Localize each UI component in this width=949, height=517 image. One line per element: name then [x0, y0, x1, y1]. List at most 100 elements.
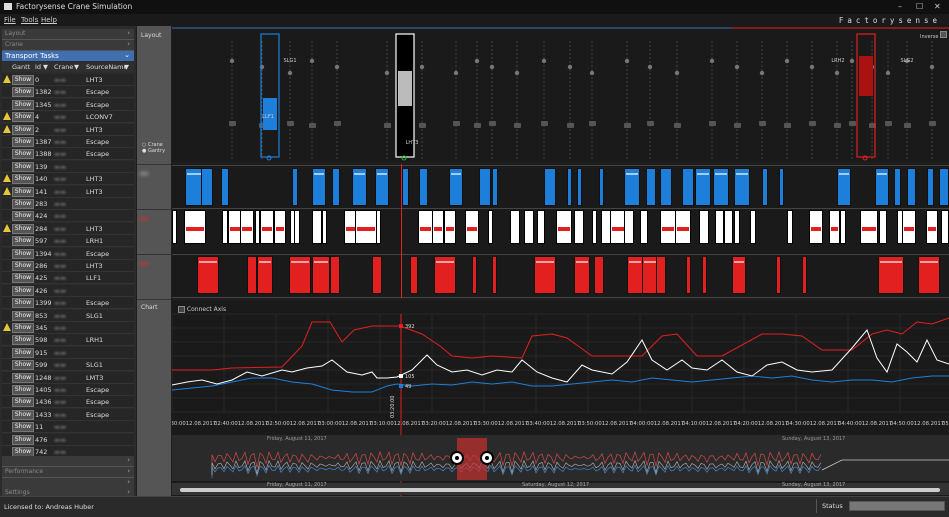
panel-collapsed-1[interactable]: › — [2, 456, 134, 467]
gantt-task-block[interactable] — [567, 168, 572, 206]
show-gantt-button[interactable]: Show — [12, 335, 34, 346]
overview-scrollbar-thumb[interactable] — [180, 488, 940, 492]
table-row[interactable]: Show 1405 ▬▬ Escape — [2, 384, 134, 396]
gantt-task-block[interactable] — [556, 210, 572, 244]
gantt-task-block[interactable] — [802, 256, 807, 294]
gantt-task-block[interactable] — [941, 210, 949, 244]
table-row[interactable]: Show 1345 ▬▬ Escape — [2, 98, 134, 111]
gantt-task-block[interactable] — [322, 210, 327, 244]
gantt-task-block[interactable] — [355, 210, 377, 244]
gantt-task-block[interactable] — [779, 168, 784, 206]
gantt-task-block[interactable] — [312, 256, 330, 294]
gantt-task-block[interactable] — [699, 210, 709, 244]
gantt-task-block[interactable] — [492, 168, 498, 206]
gantt-task-block[interactable] — [875, 168, 889, 206]
table-row[interactable]: Show 11 ▬▬ — [2, 421, 134, 434]
table-row[interactable]: Show 1394 ▬▬ Escape — [2, 247, 134, 260]
transport-tasks-header[interactable]: Transport Tasks ⌄ — [2, 51, 134, 61]
gantt-task-block[interactable] — [289, 256, 311, 294]
gantt-task-block[interactable] — [444, 210, 456, 244]
show-gantt-button[interactable]: Show — [12, 124, 34, 135]
gantt-task-block[interactable] — [375, 168, 389, 206]
show-gantt-button[interactable]: Show — [12, 137, 34, 147]
show-gantt-button[interactable]: Show — [12, 273, 34, 284]
gantt-task-block[interactable] — [939, 168, 949, 206]
show-gantt-button[interactable]: Show — [12, 87, 34, 98]
menu-help[interactable]: Help — [41, 16, 57, 24]
gantt-task-block[interactable] — [809, 210, 823, 244]
gantt-task-block[interactable] — [592, 210, 597, 244]
gantt-task-block[interactable] — [640, 210, 648, 244]
gantt-task-block[interactable] — [292, 168, 298, 206]
gantt-task-block[interactable] — [376, 210, 381, 244]
gantt-task-block[interactable] — [488, 210, 493, 244]
gantt-task-block[interactable] — [829, 210, 840, 244]
gantt-task-block[interactable] — [449, 168, 463, 206]
show-gantt-button[interactable]: Show — [12, 360, 34, 371]
table-row[interactable]: Show 1387 ▬▬ Escape — [2, 136, 134, 148]
table-row[interactable]: Show 597 ▬▬ LRH1 — [2, 235, 134, 248]
gantt-task-block[interactable] — [537, 210, 545, 244]
table-row[interactable]: Show 424 ▬▬ — [2, 210, 134, 223]
gantt-task-block[interactable] — [660, 210, 676, 244]
gantt-task-block[interactable] — [762, 168, 768, 206]
gantt-task-block[interactable] — [840, 210, 846, 244]
gantt-task-block[interactable] — [524, 210, 534, 244]
gantt-task-block[interactable] — [713, 168, 729, 206]
gantt-task-block[interactable] — [878, 256, 904, 294]
column-id[interactable]: Id — [35, 63, 41, 71]
show-gantt-button[interactable]: Show — [12, 99, 34, 110]
menu-tools[interactable]: Tools — [21, 16, 38, 24]
gantt-task-block[interactable] — [372, 256, 382, 294]
table-row[interactable]: Show 1248 ▬▬ LMT3 — [2, 371, 134, 384]
table-row[interactable]: Show 1399 ▬▬ Escape — [2, 297, 134, 310]
table-row[interactable]: Show 599 ▬▬ SLG1 — [2, 359, 134, 372]
gantt-task-block[interactable] — [879, 210, 887, 244]
gantt-task-block[interactable] — [172, 210, 177, 244]
table-row[interactable]: Show 1388 ▬▬ Escape — [2, 148, 134, 161]
layout-view[interactable]: SLG1 LHT3 LLF1 LRH2 SLG2 ○ Crane ● Gantry In… — [142, 26, 949, 162]
gantt-task-block[interactable] — [534, 256, 556, 294]
show-gantt-button[interactable]: Show — [12, 422, 34, 433]
show-gantt-button[interactable]: Show — [12, 149, 34, 160]
table-row[interactable]: Show 0 ▬▬ LHT3 — [2, 74, 134, 86]
checkbox-icon[interactable] — [940, 31, 948, 38]
maximize-icon[interactable]: ☐ — [916, 2, 923, 11]
table-row[interactable]: Show 2 ▬▬ LHT3 — [2, 123, 134, 136]
gantt-task-block[interactable] — [434, 256, 456, 294]
inverse-checkbox[interactable]: Inverse — [920, 31, 948, 40]
gantt-task-block[interactable] — [624, 210, 634, 244]
gantt-task-block[interactable] — [312, 168, 326, 206]
table-row[interactable]: Show 1433 ▬▬ Escape — [2, 408, 134, 421]
gantt-task-block[interactable] — [419, 168, 428, 206]
gantt-task-block[interactable] — [332, 168, 340, 206]
gantt-task-block[interactable] — [907, 168, 916, 206]
gantt-task-block[interactable] — [577, 168, 582, 206]
gantt-task-block[interactable] — [927, 168, 934, 206]
gantt-task-block[interactable] — [902, 210, 916, 244]
gantt-task-block[interactable] — [702, 256, 707, 294]
gantt-task-block[interactable] — [201, 168, 213, 206]
gantt-task-block[interactable] — [184, 210, 206, 244]
gantt-task-block[interactable] — [410, 256, 418, 294]
gantt-task-block[interactable] — [544, 168, 556, 206]
minimize-icon[interactable]: – — [898, 2, 902, 11]
gantt-task-block[interactable] — [352, 168, 367, 206]
filter-icon[interactable]: ▼ — [124, 63, 129, 71]
filter-icon[interactable]: ▼ — [74, 63, 79, 71]
gantt-task-block[interactable] — [274, 210, 286, 244]
close-icon[interactable]: ✕ — [934, 2, 941, 11]
table-row[interactable]: Show 426 ▬▬ — [2, 284, 134, 297]
gantt-task-block[interactable] — [260, 210, 274, 244]
gantt-task-block[interactable] — [682, 168, 694, 206]
table-row[interactable]: Show 284 ▬▬ LHT3 — [2, 222, 134, 235]
table-row[interactable]: Show 476 ▬▬ — [2, 433, 134, 446]
column-gantt[interactable]: Gantt — [12, 63, 30, 71]
gantt-task-block[interactable] — [918, 256, 940, 294]
show-gantt-button[interactable]: Show — [12, 310, 34, 321]
panel-crane-header[interactable]: Crane › — [2, 40, 134, 51]
table-row[interactable]: Show 283 ▬▬ — [2, 198, 134, 210]
connect-axis-checkbox[interactable]: Connect Axis — [178, 306, 226, 313]
show-gantt-button[interactable]: Show — [12, 211, 34, 222]
gantt-task-block[interactable] — [197, 256, 219, 294]
